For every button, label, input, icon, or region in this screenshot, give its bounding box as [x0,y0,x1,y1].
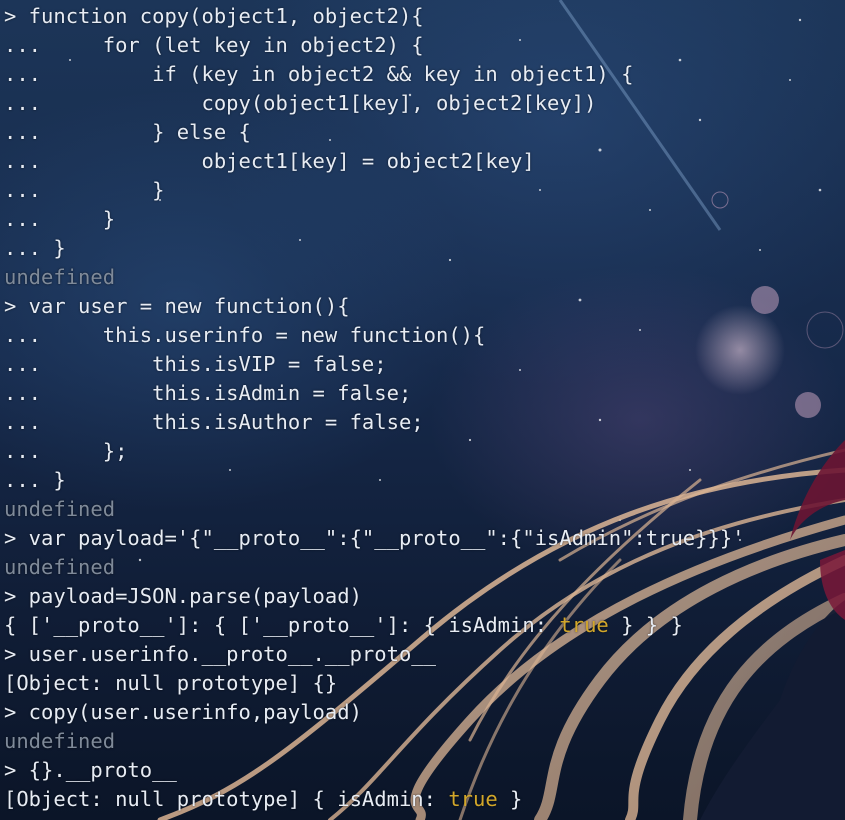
continuation-line: ... this.isAuthor = false; [4,410,424,434]
output-text: [Object: null prototype] { isAdmin: [4,787,449,811]
prompt-line: > payload=JSON.parse(payload) [4,584,362,608]
prompt-line: > user.userinfo.__proto__.__proto__ [4,642,436,666]
undefined-result: undefined [4,265,116,289]
undefined-result: undefined [4,497,116,521]
continuation-line: ... this.isVIP = false; [4,352,387,376]
output-text: { ['__proto__']: { ['__proto__']: { isAd… [4,613,560,637]
output-line: [Object: null prototype] {} [4,671,338,695]
continuation-line: ... copy(object1[key], object2[key]) [4,91,597,115]
continuation-line: ... } [4,236,66,260]
undefined-result: undefined [4,555,116,579]
output-text: } } } [608,613,683,637]
prompt-line: > {}.__proto__ [4,758,177,782]
output-line: { ['__proto__']: { ['__proto__']: { isAd… [4,611,845,640]
continuation-line: ... } [4,207,116,231]
prompt-line: > copy(user.userinfo,payload) [4,700,362,724]
prompt-line: > var payload='{"__proto__":{"__proto__"… [4,526,745,550]
prompt-line: > var user = new function(){ [4,294,350,318]
node-repl-output[interactable]: > function copy(object1, object2){ ... fo… [4,2,845,814]
prompt-line: > function copy(object1, object2){ [4,4,424,28]
continuation-line: ... }; [4,439,128,463]
continuation-line: ... this.isAdmin = false; [4,381,412,405]
undefined-result: undefined [4,729,116,753]
output-line: [Object: null prototype] { isAdmin: true… [4,785,845,814]
boolean-value: true [559,613,609,637]
continuation-line: ... } [4,178,165,202]
continuation-line: ... for (let key in object2) { [4,33,424,57]
continuation-line: ... } [4,468,66,492]
output-text: } [497,787,523,811]
continuation-line: ... if (key in object2 && key in object1… [4,62,634,86]
boolean-value: true [448,787,498,811]
continuation-line: ... } else { [4,120,251,144]
continuation-line: ... this.userinfo = new function(){ [4,323,486,347]
continuation-line: ... object1[key] = object2[key] [4,149,535,173]
